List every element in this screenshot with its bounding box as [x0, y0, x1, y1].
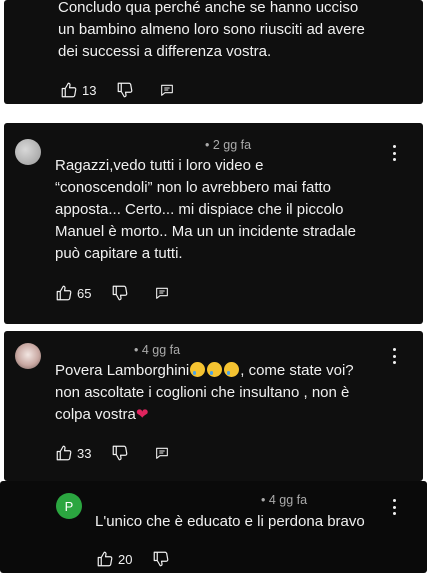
- reply-icon[interactable]: [158, 81, 176, 99]
- thumbs-up-icon[interactable]: [55, 284, 73, 302]
- comment-actions: 20: [96, 549, 170, 569]
- thumbs-down-icon[interactable]: [111, 444, 129, 462]
- thumbs-down-icon[interactable]: [111, 284, 129, 302]
- comment-actions: 65: [55, 283, 171, 303]
- crying-face-emoji: [190, 362, 206, 377]
- comment-text-part: , come state voi?: [240, 362, 354, 379]
- thumbs-up-icon[interactable]: [60, 81, 78, 99]
- comment-text-line: Povera Lamborghini , come state voi?: [55, 360, 354, 382]
- crying-face-emoji: [224, 362, 240, 377]
- like-count: 33: [77, 445, 92, 461]
- reply-icon[interactable]: [153, 444, 171, 462]
- thumbs-up-icon[interactable]: [55, 444, 73, 462]
- more-vertical-icon[interactable]: [387, 498, 401, 516]
- comment-actions: 13: [60, 80, 176, 100]
- reply-card: P • 4 gg fa L'unico che è educato e li p…: [0, 481, 427, 573]
- comment-text-part: colpa vostra: [55, 406, 136, 423]
- crying-face-emoji: [207, 362, 223, 377]
- more-vertical-icon[interactable]: [387, 347, 401, 365]
- thumbs-up-icon[interactable]: [96, 550, 114, 568]
- comment-text-part: Povera Lamborghini: [55, 362, 190, 379]
- avatar[interactable]: P: [56, 493, 82, 519]
- like-count: 13: [82, 82, 97, 98]
- comment-time: • 4 gg fa: [261, 493, 308, 507]
- comment-text-line: un bambino almeno loro sono riusciti ad …: [58, 21, 365, 38]
- comment-text-line: può capitare a tutti.: [55, 245, 183, 262]
- comment-text-line: Ragazzi,vedo tutti i loro video e: [55, 157, 264, 174]
- comment-text-line: Concludo qua perché anche se hanno uccis…: [58, 0, 359, 16]
- like-count: 65: [77, 285, 92, 301]
- thumbs-down-icon[interactable]: [116, 81, 134, 99]
- comment-text-line: “conoscendoli” non lo avrebbero mai fatt…: [55, 179, 331, 196]
- comment-text-line: colpa vostra❤: [55, 404, 354, 426]
- thumbs-down-icon[interactable]: [152, 550, 170, 568]
- comment-text: Ragazzi,vedo tutti i loro video e “conos…: [55, 155, 356, 265]
- comment-text-line: Manuel è morto.. Ma un un incidente stra…: [55, 223, 357, 240]
- comment-card: • 2 gg fa Ragazzi,vedo tutti i loro vide…: [4, 123, 423, 324]
- comment-text: Concludo qua perché anche se hanno uccis…: [58, 0, 365, 63]
- more-vertical-icon[interactable]: [387, 144, 401, 162]
- reply-icon[interactable]: [153, 284, 171, 302]
- comment-card: Concludo qua perché anche se hanno uccis…: [4, 0, 423, 104]
- comment-time: • 4 gg fa: [134, 343, 181, 357]
- comment-text-line: apposta... Certo... mi dispiace che il p…: [55, 201, 344, 218]
- comment-actions: 33: [55, 443, 171, 463]
- comment-text-line: L'unico che è educato e li perdona bravo: [95, 513, 365, 530]
- avatar[interactable]: [15, 139, 41, 165]
- avatar[interactable]: [15, 343, 41, 369]
- comment-card: • 4 gg fa Povera Lamborghini , come state…: [4, 331, 423, 481]
- comment-time: • 2 gg fa: [205, 138, 252, 152]
- like-count: 20: [118, 551, 133, 567]
- comment-text-line: non ascoltate i coglioni che insultano ,…: [55, 384, 350, 401]
- comment-text: Povera Lamborghini , come state voi? non …: [55, 360, 354, 426]
- red-heart-emoji: ❤: [135, 406, 149, 423]
- comment-text-line: dei successi a differenza vostra.: [58, 43, 272, 60]
- comment-text: L'unico che è educato e li perdona bravo: [95, 511, 365, 533]
